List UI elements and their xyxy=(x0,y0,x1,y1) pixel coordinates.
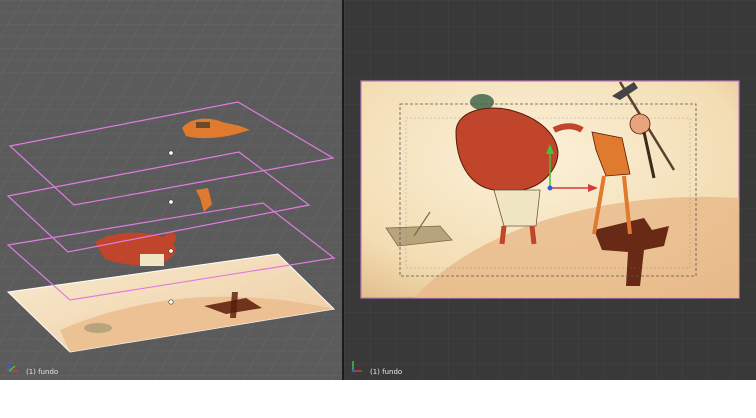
origin-dot-icon[interactable] xyxy=(168,299,174,305)
editor-window: (1) fundo (1) fundo xyxy=(0,0,756,418)
origin-dot-icon[interactable] xyxy=(168,248,174,254)
bottom-strip xyxy=(0,380,756,418)
origin-dot-icon[interactable] xyxy=(168,199,174,205)
axis-gizmo-icon xyxy=(351,361,362,373)
origin-dot-icon[interactable] xyxy=(168,150,174,156)
active-object-label: (1) fundo xyxy=(26,368,59,376)
axis-gizmo-icon xyxy=(8,361,18,372)
left-viewport-scene xyxy=(0,0,342,380)
right-camera-viewport[interactable]: (1) fundo xyxy=(344,0,756,380)
active-object-label: (1) fundo xyxy=(370,368,403,376)
left-3d-viewport[interactable]: (1) fundo xyxy=(0,0,342,380)
camera-view-scene xyxy=(344,0,756,380)
boat-image xyxy=(84,323,112,333)
